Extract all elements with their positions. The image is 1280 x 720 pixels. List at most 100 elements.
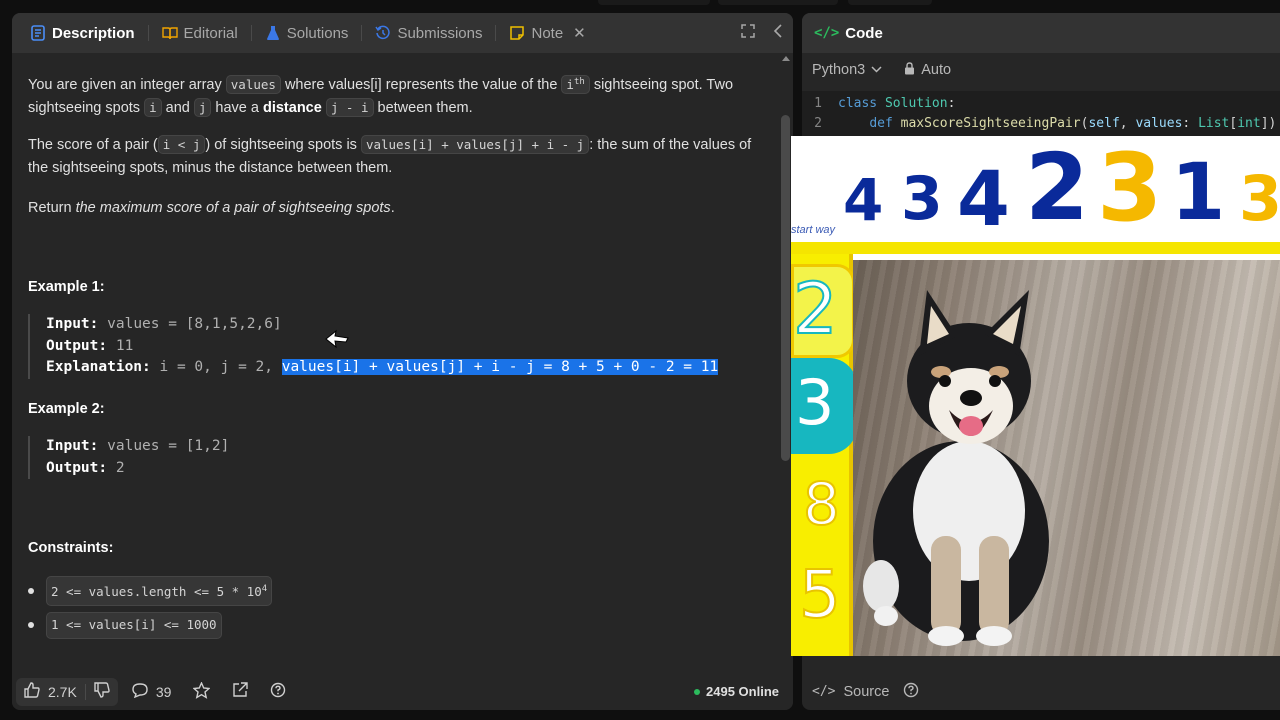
input-label: Input: bbox=[46, 316, 99, 332]
tab-note[interactable]: Note ✕ bbox=[503, 13, 591, 53]
auto-mode-toggle[interactable]: Auto bbox=[904, 62, 951, 78]
tab-divider bbox=[361, 25, 363, 41]
comment-icon bbox=[132, 682, 148, 701]
type-name: int bbox=[1237, 116, 1261, 131]
text: . bbox=[390, 200, 395, 216]
bold-text: distance bbox=[262, 99, 322, 116]
inline-code: 1 <= values[i] <= 1000 bbox=[46, 612, 222, 639]
banner-digit: 4 bbox=[843, 166, 884, 234]
example-1-block: Input: values = [8,1,5,2,6] Output: 11 E… bbox=[28, 314, 758, 379]
lock-icon bbox=[904, 62, 915, 78]
tab-label: Solutions bbox=[286, 24, 349, 42]
tab-label: Editorial bbox=[183, 24, 238, 42]
code-panel-header: </> Code bbox=[802, 13, 1280, 53]
text: between them. bbox=[373, 99, 473, 116]
favorite-button[interactable] bbox=[192, 680, 212, 702]
share-button[interactable] bbox=[232, 682, 249, 701]
inline-code: j - i bbox=[325, 97, 374, 117]
yellow-stripe bbox=[791, 242, 1280, 254]
italic-text: the maximum score of a pair of sightseei… bbox=[75, 200, 391, 216]
constraints-title: Constraints: bbox=[28, 540, 114, 556]
code-panel-footer: </> Source bbox=[802, 673, 1280, 710]
column-digit: 5 bbox=[798, 555, 842, 634]
punctuation: , bbox=[1119, 116, 1136, 131]
digit-banner: 4 3 4 2 3 1 3 start way bbox=[791, 136, 1280, 254]
mode-value: Auto bbox=[921, 62, 952, 78]
tab-bar: Description Editorial Solutions Submissi… bbox=[12, 13, 793, 53]
parameter: values bbox=[1135, 116, 1183, 131]
text: where values[i] represents the value of … bbox=[280, 77, 562, 94]
line-number: 2 bbox=[814, 116, 822, 131]
top-segment bbox=[848, 0, 932, 5]
star-icon bbox=[192, 680, 212, 702]
tab-divider bbox=[250, 25, 252, 41]
parameter: self bbox=[1088, 116, 1120, 131]
punctuation: ]) bbox=[1260, 116, 1277, 131]
problem-paragraph-3: Return the maximum score of a pair of si… bbox=[28, 197, 758, 220]
code-editor[interactable]: 1 class Solution: 2 def maxScoreSightseei… bbox=[802, 91, 1280, 137]
scroll-thumb[interactable] bbox=[781, 115, 790, 461]
top-segment bbox=[718, 0, 838, 5]
tab-label: Description bbox=[52, 24, 135, 42]
text: You are given an integer array bbox=[28, 77, 226, 94]
column-digit: 2 bbox=[792, 267, 839, 351]
explanation-text: i = 0, j = 2, bbox=[159, 359, 282, 375]
punctuation: ( bbox=[1080, 116, 1089, 131]
comment-count: 39 bbox=[155, 683, 172, 700]
online-dot-icon bbox=[694, 688, 701, 695]
input-value: values = [8,1,5,2,6] bbox=[107, 316, 282, 332]
punctuation: : bbox=[947, 96, 956, 111]
source-button[interactable]: Source bbox=[843, 684, 889, 700]
scroll-up-icon[interactable] bbox=[782, 56, 790, 61]
tab-submissions[interactable]: Submissions bbox=[369, 13, 488, 53]
output-label: Output: bbox=[46, 459, 108, 476]
problem-paragraph-1: You are given an integer array values wh… bbox=[28, 71, 758, 119]
maximize-icon[interactable] bbox=[741, 23, 755, 43]
top-segment bbox=[598, 0, 710, 5]
comments-button[interactable]: 39 bbox=[132, 682, 172, 701]
description-footer: 2.7K 39 2495 Online bbox=[12, 673, 793, 710]
online-status: 2495 Online bbox=[694, 673, 779, 710]
cursor-icon bbox=[324, 329, 350, 357]
output-value: 2 bbox=[115, 459, 125, 476]
thumbs-up-icon[interactable] bbox=[24, 682, 40, 701]
input-value: values = [1,2] bbox=[107, 438, 230, 454]
number-column: 2 3 8 5 bbox=[791, 254, 857, 656]
superscript: 4 bbox=[261, 584, 268, 594]
chevron-left-icon[interactable] bbox=[773, 23, 783, 43]
code-line: 1 class Solution: bbox=[802, 94, 1280, 114]
help-button[interactable] bbox=[270, 682, 286, 701]
history-icon bbox=[375, 25, 391, 41]
type-name: List bbox=[1198, 116, 1230, 131]
tab-divider bbox=[495, 25, 497, 41]
example-2-block: Input: values = [1,2] Output: 2 bbox=[28, 436, 758, 479]
video-overlay: 4 3 4 2 3 1 3 start way 2 3 8 5 bbox=[791, 136, 1280, 656]
banner-digit: 2 bbox=[1025, 136, 1090, 241]
example-1-title: Example 1: bbox=[28, 279, 105, 295]
vote-group: 2.7K bbox=[16, 677, 118, 706]
language-select[interactable]: Python3 bbox=[812, 62, 882, 78]
tab-description[interactable]: Description bbox=[24, 13, 141, 53]
code-icon: </> bbox=[814, 25, 840, 41]
keyword: def bbox=[869, 116, 901, 131]
inline-code: j bbox=[193, 97, 212, 117]
tab-editorial[interactable]: Editorial bbox=[156, 13, 244, 53]
close-icon[interactable]: ✕ bbox=[573, 24, 586, 42]
punctuation: [ bbox=[1229, 116, 1238, 131]
selected-text[interactable]: values[i] + values[j] + i - j = 8 + 5 + … bbox=[281, 359, 719, 375]
keyword: class bbox=[838, 96, 885, 111]
editor-toolbar: Python3 Auto bbox=[802, 53, 1280, 87]
output-label: Output: bbox=[46, 337, 108, 354]
inline-code: values[i] + values[j] + i - j bbox=[360, 135, 590, 154]
tab-divider bbox=[147, 25, 149, 41]
function-name: maxScoreSightseeingPair bbox=[900, 116, 1081, 131]
column-digit: 3 bbox=[795, 366, 835, 439]
output-value: 11 bbox=[115, 337, 134, 354]
tab-solutions[interactable]: Solutions bbox=[259, 13, 355, 53]
tab-label: Submissions bbox=[397, 24, 483, 42]
line-number: 1 bbox=[814, 96, 822, 111]
language-value: Python3 bbox=[812, 62, 866, 78]
help-icon[interactable] bbox=[903, 682, 919, 702]
thumbs-down-icon[interactable] bbox=[94, 682, 110, 701]
